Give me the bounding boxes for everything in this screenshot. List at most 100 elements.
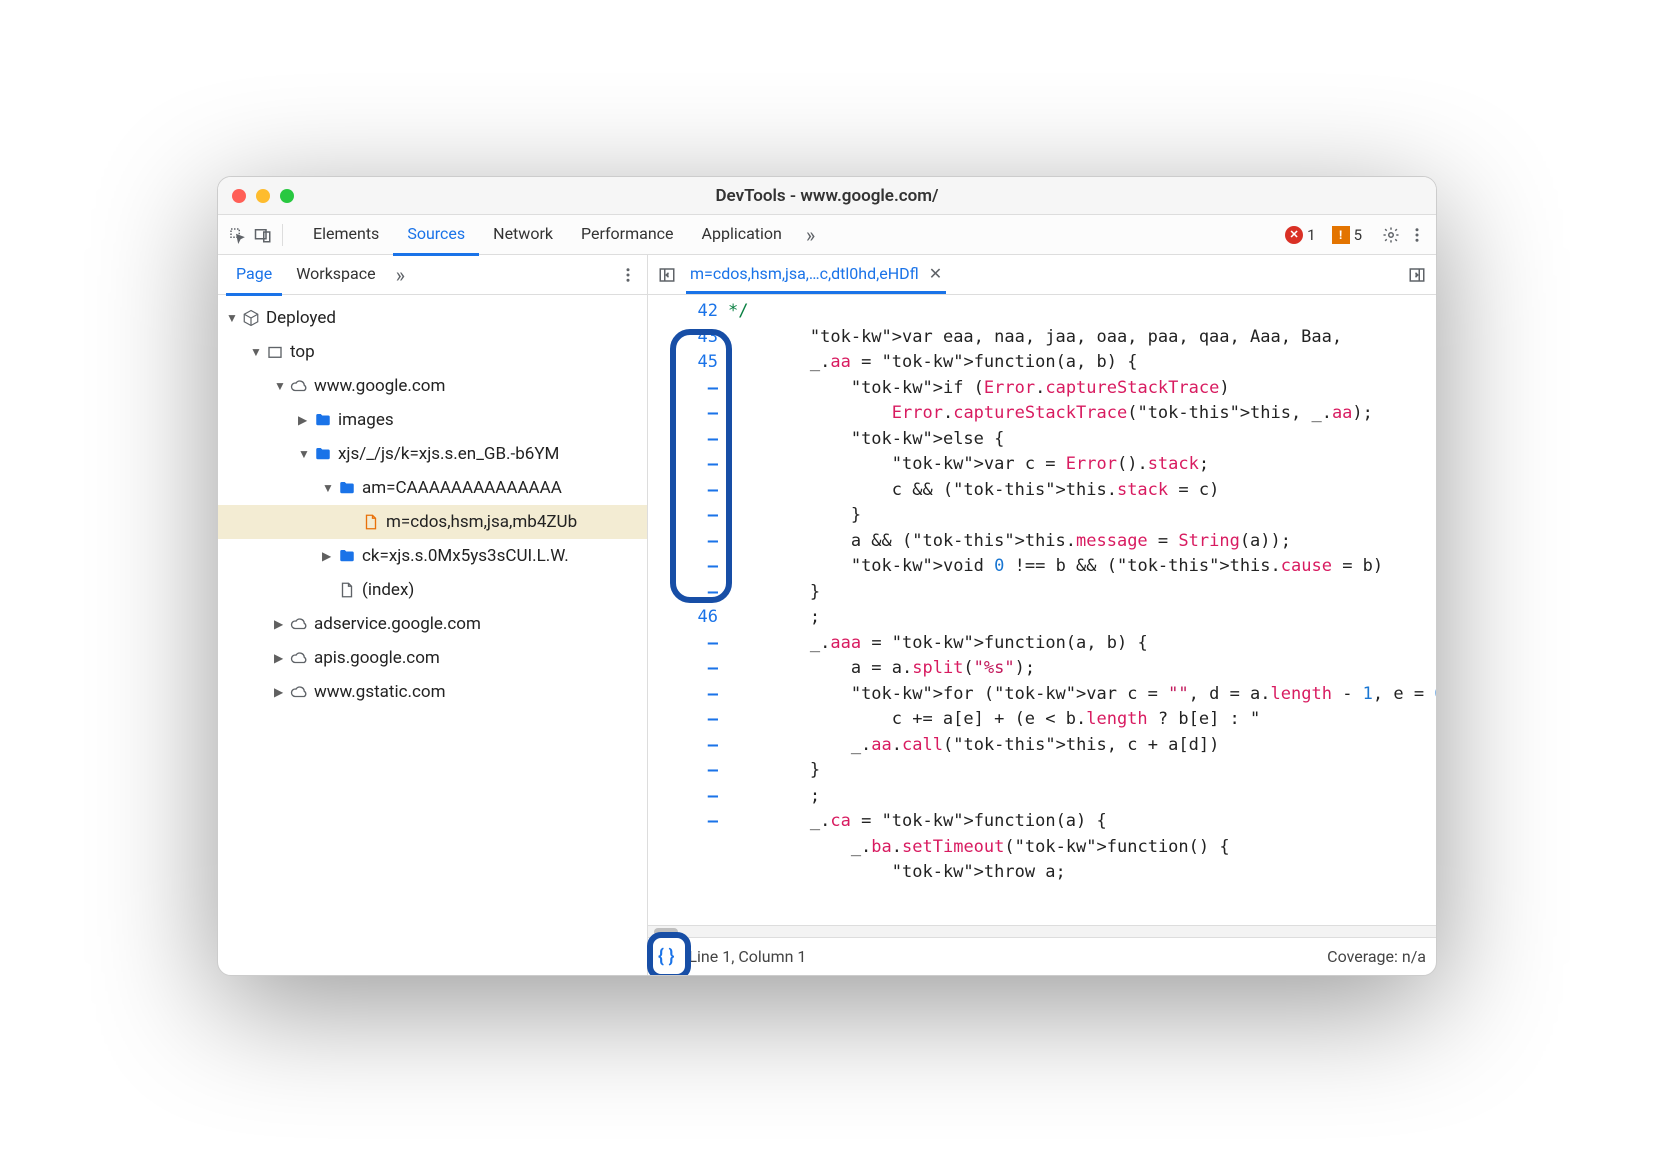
navigator-pane: Page Workspace » ▼Deployed▼top▼www.googl… — [218, 255, 648, 975]
tree-item[interactable]: ▶ images — [218, 403, 647, 437]
code-line: _.ba.setTimeout("tok-kw">function() { — [728, 835, 1436, 861]
tree-arrow-icon[interactable]: ▶ — [274, 651, 288, 665]
tree-item[interactable]: ▶ adservice.google.com — [218, 607, 647, 641]
tree-item-label: images — [338, 410, 394, 430]
folder-blue-icon — [312, 445, 334, 463]
tab-network[interactable]: Network — [479, 214, 567, 256]
tree-arrow-icon[interactable]: ▼ — [226, 311, 240, 325]
tab-sources[interactable]: Sources — [393, 214, 479, 256]
editor-status-bar: { } Line 1, Column 1 Coverage: n/a — [648, 937, 1436, 975]
tab-elements[interactable]: Elements — [299, 214, 393, 256]
cloud-icon — [288, 377, 310, 395]
resize-divider[interactable] — [648, 925, 1436, 937]
tree-item[interactable]: ▼ www.google.com — [218, 369, 647, 403]
maximize-window-button[interactable] — [280, 189, 294, 203]
tree-item[interactable]: ▼top — [218, 335, 647, 369]
gutter-line[interactable]: – — [648, 631, 718, 657]
close-window-button[interactable] — [232, 189, 246, 203]
tree-item-label: (index) — [362, 580, 414, 600]
navigator-tab-workspace[interactable]: Workspace — [286, 254, 385, 296]
gutter-line[interactable]: 46 — [648, 605, 718, 631]
panel-tabs: Elements Sources Network Performance App… — [299, 214, 796, 256]
code-line: } — [728, 580, 1436, 606]
cloud-icon — [288, 683, 310, 701]
error-badge[interactable]: ✕ 1 — [1279, 226, 1321, 244]
close-tab-icon[interactable]: ✕ — [929, 264, 942, 283]
code-line: Error.captureStackTrace("tok-this">this,… — [728, 401, 1436, 427]
warning-badge[interactable]: ! 5 — [1326, 226, 1368, 244]
warning-count: 5 — [1354, 226, 1362, 244]
tree-item[interactable]: m=cdos,hsm,jsa,mb4ZUb — [218, 505, 647, 539]
cloud-icon — [288, 649, 310, 667]
tree-arrow-icon[interactable]: ▼ — [274, 379, 288, 393]
tab-performance[interactable]: Performance — [567, 214, 688, 256]
tree-arrow-icon[interactable]: ▶ — [322, 549, 336, 563]
tree-item[interactable]: ▼ xjs/_/js/k=xjs.s.en_GB.-b6YM — [218, 437, 647, 471]
tree-item[interactable]: ▶ck=xjs.s.0Mx5ys3sCUI.L.W. — [218, 539, 647, 573]
tree-item-label: adservice.google.com — [314, 614, 481, 634]
code-line: } — [728, 758, 1436, 784]
gutter-line[interactable]: – — [648, 682, 718, 708]
toggle-navigator-icon[interactable] — [656, 264, 678, 286]
navigator-more-icon[interactable]: » — [390, 263, 411, 287]
more-tabs-icon[interactable]: » — [800, 223, 821, 247]
gutter-line[interactable]: – — [648, 656, 718, 682]
tree-item[interactable]: ▼Deployed — [218, 301, 647, 335]
navigator-menu-icon[interactable] — [617, 264, 639, 286]
tree-arrow-icon[interactable]: ▶ — [298, 413, 312, 427]
gutter-line[interactable]: – — [648, 809, 718, 835]
main-toolbar: Elements Sources Network Performance App… — [218, 215, 1436, 255]
toggle-debugger-icon[interactable] — [1406, 264, 1428, 286]
tree-item[interactable]: ▶apis.google.com — [218, 641, 647, 675]
kebab-menu-icon[interactable] — [1406, 224, 1428, 246]
tree-item-label: am=CAAAAAAAAAAAAAA — [362, 478, 562, 498]
code-line: */ — [728, 299, 1436, 325]
pretty-print-button[interactable]: { } — [658, 946, 674, 967]
coverage-status: Coverage: n/a — [1327, 947, 1426, 966]
file-orange-icon — [360, 513, 382, 531]
tree-arrow-icon[interactable]: ▼ — [322, 481, 336, 495]
code-line: _.ca = "tok-kw">function(a) { — [728, 809, 1436, 835]
tree-item[interactable]: (index) — [218, 573, 647, 607]
tree-arrow-icon[interactable]: ▼ — [298, 447, 312, 461]
code-editor[interactable]: 424345–––––––––46–––––––– */ "tok-kw">va… — [648, 295, 1436, 925]
code-line: _.aa.call("tok-this">this, c + a[d]) — [728, 733, 1436, 759]
frame-icon — [264, 343, 286, 361]
inspect-icon[interactable] — [226, 224, 248, 246]
tree-arrow-icon[interactable]: ▼ — [250, 345, 264, 359]
device-toolbar-icon[interactable] — [252, 224, 274, 246]
tree-item-label: www.gstatic.com — [314, 682, 445, 702]
cursor-position: Line 1, Column 1 — [688, 947, 806, 966]
code-line: c && ("tok-this">this.stack = c) — [728, 478, 1436, 504]
editor-file-tab[interactable]: m=cdos,hsm,jsa,…c,dtl0hd,eHDfl ✕ — [686, 256, 946, 294]
code-line: ; — [728, 605, 1436, 631]
gutter-line[interactable]: – — [648, 784, 718, 810]
error-count: 1 — [1307, 226, 1315, 244]
gear-icon[interactable] — [1380, 224, 1402, 246]
file-tree: ▼Deployed▼top▼www.google.com▶images▼xjs/… — [218, 295, 647, 975]
tree-item[interactable]: ▶ www.gstatic.com — [218, 675, 647, 709]
code-line: _.aa = "tok-kw">function(a, b) { — [728, 350, 1436, 376]
gutter-line[interactable]: – — [648, 707, 718, 733]
code-line: "tok-kw">for ("tok-kw">var c = "", d = a… — [728, 682, 1436, 708]
code-line: "tok-kw">var eaa, naa, jaa, oaa, paa, qa… — [728, 325, 1436, 351]
gutter-line[interactable]: 42 — [648, 299, 718, 325]
code-line: "tok-kw">else { — [728, 427, 1436, 453]
folder-blue-icon — [336, 479, 358, 497]
tree-item[interactable]: ▼ am=CAAAAAAAAAAAAAA — [218, 471, 647, 505]
gutter-line[interactable]: – — [648, 733, 718, 759]
tree-item-label: www.google.com — [314, 376, 445, 396]
folder-blue-icon — [336, 547, 358, 565]
tree-arrow-icon[interactable]: ▶ — [274, 617, 288, 631]
minimize-window-button[interactable] — [256, 189, 270, 203]
tree-arrow-icon[interactable]: ▶ — [274, 685, 288, 699]
file-tab-label: m=cdos,hsm,jsa,…c,dtl0hd,eHDfl — [690, 264, 919, 283]
code-content[interactable]: */ "tok-kw">var eaa, naa, jaa, oaa, paa,… — [728, 295, 1436, 925]
tab-application[interactable]: Application — [688, 214, 796, 256]
tree-item-label: xjs/_/js/k=xjs.s.en_GB.-b6YM — [338, 444, 559, 464]
navigator-tab-page[interactable]: Page — [226, 254, 282, 296]
line-gutter[interactable]: 424345–––––––––46–––––––– — [648, 295, 728, 925]
devtools-window: DevTools - www.google.com/ Elements Sour… — [217, 176, 1437, 976]
warning-icon: ! — [1332, 226, 1350, 244]
gutter-line[interactable]: – — [648, 758, 718, 784]
